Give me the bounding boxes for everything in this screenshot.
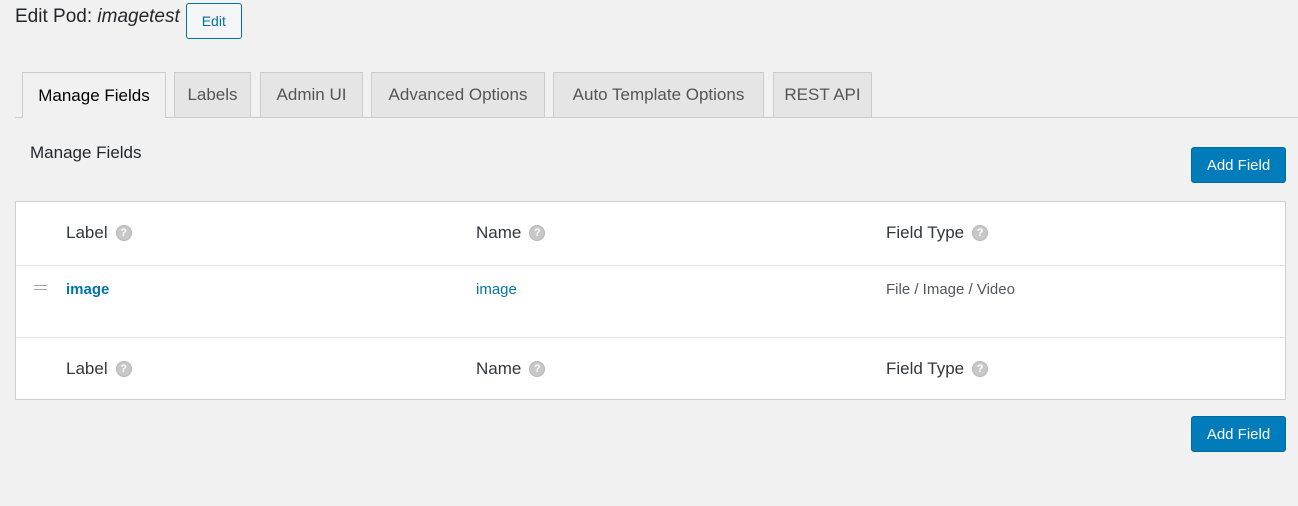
column-footer-label: Label ?: [66, 338, 132, 400]
page-header: Edit Pod: imagetest Edit: [15, 3, 242, 39]
column-header-field-type: Field Type ?: [886, 202, 989, 264]
column-name-text: Name: [476, 223, 522, 242]
question-mark-icon[interactable]: ?: [529, 361, 546, 377]
tab-labels[interactable]: Labels: [174, 72, 251, 117]
column-header-name: Name ?: [476, 202, 546, 264]
field-name-link[interactable]: image: [476, 281, 517, 298]
add-field-button-top[interactable]: Add Field: [1191, 147, 1286, 183]
title-prefix: Edit Pod:: [15, 6, 98, 27]
column-name-text: Name: [476, 359, 522, 378]
column-footer-field-type: Field Type ?: [886, 338, 989, 400]
column-label-text: Label: [66, 223, 108, 242]
question-mark-icon[interactable]: ?: [972, 361, 989, 377]
column-type-text: Field Type: [886, 359, 965, 378]
tab-bar-divider: [15, 117, 1298, 118]
add-field-button-bottom[interactable]: Add Field: [1191, 416, 1286, 452]
pod-name: imagetest: [97, 6, 180, 27]
tab-bar: Manage Fields Labels Admin UI Advanced O…: [0, 72, 1298, 118]
table-footer-row: Label ? Name ? Field Type ?: [16, 338, 1285, 400]
section-title: Manage Fields: [30, 143, 142, 162]
table-header-row: Label ? Name ? Field Type ?: [16, 202, 1285, 266]
tab-manage-fields[interactable]: Manage Fields: [22, 72, 166, 118]
question-mark-icon[interactable]: ?: [972, 225, 989, 241]
edit-pod-page: Edit Pod: imagetest Edit Manage Fields L…: [0, 0, 1298, 506]
fields-table: Label ? Name ? Field Type ? image image …: [15, 201, 1286, 400]
question-mark-icon[interactable]: ?: [529, 225, 546, 241]
field-type-text: File / Image / Video: [886, 280, 1015, 298]
question-mark-icon[interactable]: ?: [115, 225, 132, 241]
field-label-link[interactable]: image: [66, 281, 109, 298]
drag-handle-icon[interactable]: [34, 285, 47, 294]
table-row: image image File / Image / Video: [16, 265, 1285, 338]
column-footer-name: Name ?: [476, 338, 546, 400]
column-label-text: Label: [66, 359, 108, 378]
tab-rest-api[interactable]: REST API: [773, 72, 872, 117]
question-mark-icon[interactable]: ?: [115, 361, 132, 377]
field-type-cell: File / Image / Video: [886, 279, 1015, 299]
column-type-text: Field Type: [886, 223, 965, 242]
tab-auto-template-options[interactable]: Auto Template Options: [553, 72, 764, 117]
edit-pod-button[interactable]: Edit: [185, 3, 242, 39]
tab-advanced-options[interactable]: Advanced Options: [371, 72, 545, 117]
column-header-label: Label ?: [66, 202, 132, 264]
page-title: Edit Pod: imagetest: [15, 4, 180, 30]
field-label-cell: image: [66, 279, 109, 299]
tab-admin-ui[interactable]: Admin UI: [260, 72, 363, 117]
field-name-cell: image: [476, 279, 517, 299]
